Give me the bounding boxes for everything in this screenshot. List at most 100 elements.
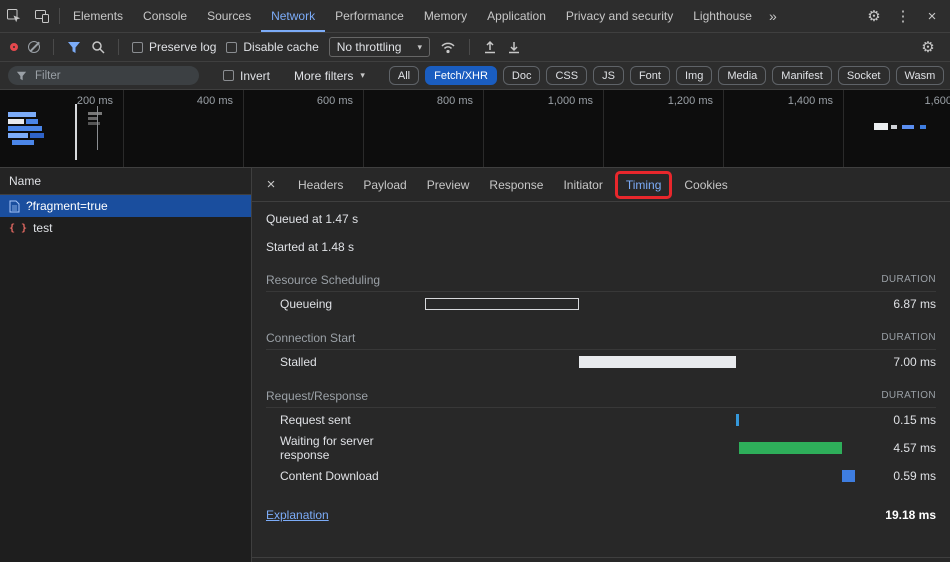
network-settings-gear-icon[interactable]: ⚙ (916, 35, 940, 59)
stalled-bar (579, 356, 736, 368)
name-column-header[interactable]: Name (0, 168, 251, 195)
request-row[interactable]: { } test (0, 217, 251, 239)
activity-bar (891, 125, 897, 129)
chip-media[interactable]: Media (718, 66, 766, 85)
tab-timing[interactable]: Timing (618, 174, 670, 196)
close-detail-icon[interactable]: × (260, 174, 282, 196)
chip-all[interactable]: All (389, 66, 419, 85)
total-duration: 19.18 ms (866, 508, 936, 522)
preserve-log-checkbox[interactable]: Preserve log (132, 40, 216, 54)
checkbox-icon[interactable] (226, 42, 237, 53)
tabbar-right-controls: ⚙ ⋮ × (862, 0, 950, 32)
tab-memory[interactable]: Memory (414, 0, 477, 32)
tab-headers[interactable]: Headers (288, 168, 353, 201)
activity-bar (8, 119, 24, 124)
export-har-icon[interactable] (507, 40, 521, 54)
invert-label: Invert (240, 69, 270, 83)
throttling-value: No throttling (337, 40, 402, 54)
close-devtools-icon[interactable]: × (920, 4, 944, 28)
request-row[interactable]: ?fragment=true (0, 195, 251, 217)
devtools-window: Elements Console Sources Network Perform… (0, 0, 950, 562)
timing-row: Request sent 0.15 ms (266, 408, 936, 432)
timing-row: Waiting for server response 4.57 ms (266, 432, 936, 464)
tab-network[interactable]: Network (261, 0, 325, 32)
inspect-element-icon[interactable] (0, 0, 28, 32)
tab-elements[interactable]: Elements (63, 0, 133, 32)
tab-console[interactable]: Console (133, 0, 197, 32)
device-toolbar-icon[interactable] (28, 0, 56, 32)
more-tabs-icon[interactable]: » (762, 0, 784, 32)
chip-doc[interactable]: Doc (503, 66, 541, 85)
chip-img[interactable]: Img (676, 66, 712, 85)
clear-network-log-icon[interactable] (28, 41, 40, 53)
timing-duration: 6.87 ms (866, 297, 936, 311)
activity-bar (12, 140, 34, 145)
requests-panel: Name ?fragment=true { } test (0, 168, 252, 562)
chip-js[interactable]: JS (593, 66, 624, 85)
tab-cookies[interactable]: Cookies (674, 168, 737, 201)
tab-preview[interactable]: Preview (417, 168, 480, 201)
annotation-highlight: Timing (615, 171, 673, 199)
timing-label: Request sent (266, 413, 425, 427)
checkbox-icon[interactable] (132, 42, 143, 53)
queueing-bar (425, 298, 579, 310)
activity-bar (8, 133, 28, 138)
chip-fetch-xhr[interactable]: Fetch/XHR (425, 66, 497, 85)
activity-bar (902, 125, 914, 129)
activity-bar (8, 126, 42, 131)
tab-initiator[interactable]: Initiator (553, 168, 612, 201)
timing-duration: 0.15 ms (866, 413, 936, 427)
activity-bar (8, 112, 36, 117)
search-icon[interactable] (91, 40, 105, 54)
tab-performance[interactable]: Performance (325, 0, 414, 32)
more-filters-label: More filters (294, 69, 353, 83)
timing-track (425, 297, 855, 311)
tab-privacy-and-security[interactable]: Privacy and security (556, 0, 683, 32)
waiting-bar (739, 442, 842, 454)
overflow-menu-icon[interactable]: ⋮ (891, 4, 915, 28)
checkbox-icon[interactable] (223, 70, 234, 81)
divider (118, 39, 119, 55)
disable-cache-checkbox[interactable]: Disable cache (226, 40, 318, 54)
activity-bar (88, 117, 97, 120)
timing-track (425, 441, 855, 455)
detail-tabbar: × Headers Payload Preview Response Initi… (252, 168, 950, 202)
request-detail-panel: × Headers Payload Preview Response Initi… (252, 168, 950, 562)
activity-bar (88, 112, 102, 115)
tab-sources[interactable]: Sources (197, 0, 261, 32)
tab-response[interactable]: Response (479, 168, 553, 201)
network-conditions-icon[interactable] (440, 41, 456, 54)
throttling-select[interactable]: No throttling ▾ (329, 37, 430, 57)
started-at-line: Started at 1.48 s (266, 240, 936, 254)
timing-total-row: Explanation 19.18 ms (266, 502, 936, 528)
chip-manifest[interactable]: Manifest (772, 66, 832, 85)
timing-row: Content Download 0.59 ms (266, 464, 936, 488)
time-label: 1,200 ms (668, 95, 713, 107)
invert-checkbox[interactable]: Invert (223, 69, 270, 83)
duration-column-header: DURATION (866, 332, 936, 343)
more-filters-dropdown[interactable]: More filters ▾ (294, 69, 365, 83)
request-name: test (33, 221, 52, 235)
chip-font[interactable]: Font (630, 66, 670, 85)
timing-duration: 4.57 ms (866, 441, 936, 455)
filter-input[interactable] (33, 69, 191, 83)
chevron-down-icon: ▾ (360, 70, 365, 81)
settings-gear-icon[interactable]: ⚙ (862, 4, 886, 28)
section-header: Request/Response DURATION (266, 384, 936, 408)
activity-bar (920, 125, 926, 129)
tab-lighthouse[interactable]: Lighthouse (683, 0, 762, 32)
tab-application[interactable]: Application (477, 0, 556, 32)
filter-toggle-icon[interactable] (67, 41, 81, 54)
record-network-log-icon[interactable] (10, 43, 18, 51)
network-overview-timeline[interactable]: 200 ms 400 ms 600 ms 800 ms 1,000 ms 1,2… (0, 90, 950, 168)
explanation-link[interactable]: Explanation (266, 508, 425, 522)
chip-socket[interactable]: Socket (838, 66, 890, 85)
import-har-icon[interactable] (483, 40, 497, 54)
request-type-chips: All Fetch/XHR Doc CSS JS Font Img Media … (389, 66, 950, 85)
tab-payload[interactable]: Payload (353, 168, 416, 201)
timing-duration: 0.59 ms (866, 469, 936, 483)
main-tabbar: Elements Console Sources Network Perform… (0, 0, 950, 33)
request-name: ?fragment=true (26, 199, 108, 213)
chip-wasm[interactable]: Wasm (896, 66, 945, 85)
chip-css[interactable]: CSS (546, 66, 587, 85)
